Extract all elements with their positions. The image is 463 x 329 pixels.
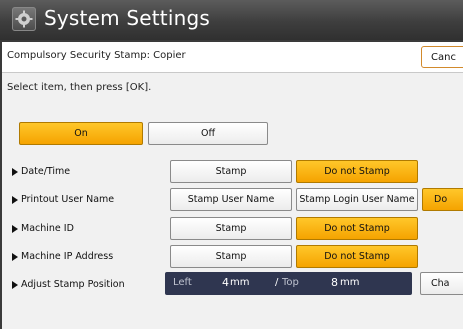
change-button[interactable]: Cha (420, 272, 463, 295)
left-value: 4 (222, 276, 229, 289)
row-label-text: Date/Time (21, 166, 71, 177)
row-label-adjust-stamp-position: Adjust Stamp Position (12, 279, 125, 290)
on-button[interactable]: On (19, 122, 143, 145)
instruction-text: Select item, then press [OK]. (7, 82, 152, 93)
machine-id-stamp-button[interactable]: Stamp (170, 217, 292, 240)
off-button[interactable]: Off (148, 122, 268, 145)
stamp-user-name-button[interactable]: Stamp User Name (170, 188, 292, 211)
settings-panel: Compulsory Security Stamp: Copier Canc S… (2, 42, 463, 329)
stamp-position-display: Left 4 mm / Top 8 mm (165, 272, 412, 295)
left-unit: mm (230, 277, 250, 288)
separator: / (275, 277, 279, 288)
top-value: 8 (331, 276, 338, 289)
row-label-text: Machine ID (21, 223, 74, 234)
top-label: Top (282, 277, 299, 288)
row-label-machine-id: Machine ID (12, 223, 74, 234)
header-row: Compulsory Security Stamp: Copier Canc (2, 42, 463, 73)
machine-ip-stamp-button[interactable]: Stamp (170, 245, 292, 268)
date-time-stamp-button[interactable]: Stamp (170, 160, 292, 183)
arrow-right-icon (12, 224, 18, 233)
left-label: Left (173, 277, 192, 288)
row-label-date-time: Date/Time (12, 166, 70, 177)
arrow-right-icon (12, 167, 18, 176)
arrow-right-icon (12, 252, 18, 261)
machine-id-do-not-stamp-button[interactable]: Do not Stamp (296, 217, 418, 240)
stamp-login-user-name-button[interactable]: Stamp Login User Name (296, 188, 418, 211)
printout-do-not-stamp-button[interactable]: Do (422, 188, 463, 211)
row-label-printout-user-name: Printout User Name (12, 194, 114, 205)
window-title: System Settings (44, 6, 210, 30)
cancel-button[interactable]: Canc (421, 46, 463, 68)
date-time-do-not-stamp-button[interactable]: Do not Stamp (296, 160, 418, 183)
row-label-text: Printout User Name (21, 194, 115, 205)
machine-ip-do-not-stamp-button[interactable]: Do not Stamp (296, 245, 418, 268)
arrow-right-icon (12, 195, 18, 204)
title-bar: System Settings (0, 0, 463, 40)
page-title: Compulsory Security Stamp: Copier (7, 50, 186, 61)
row-label-text: Adjust Stamp Position (21, 279, 125, 290)
row-label-text: Machine IP Address (21, 251, 114, 262)
top-unit: mm (340, 277, 360, 288)
settings-icon (12, 7, 36, 31)
arrow-right-icon (12, 280, 18, 289)
row-label-machine-ip-address: Machine IP Address (12, 251, 113, 262)
